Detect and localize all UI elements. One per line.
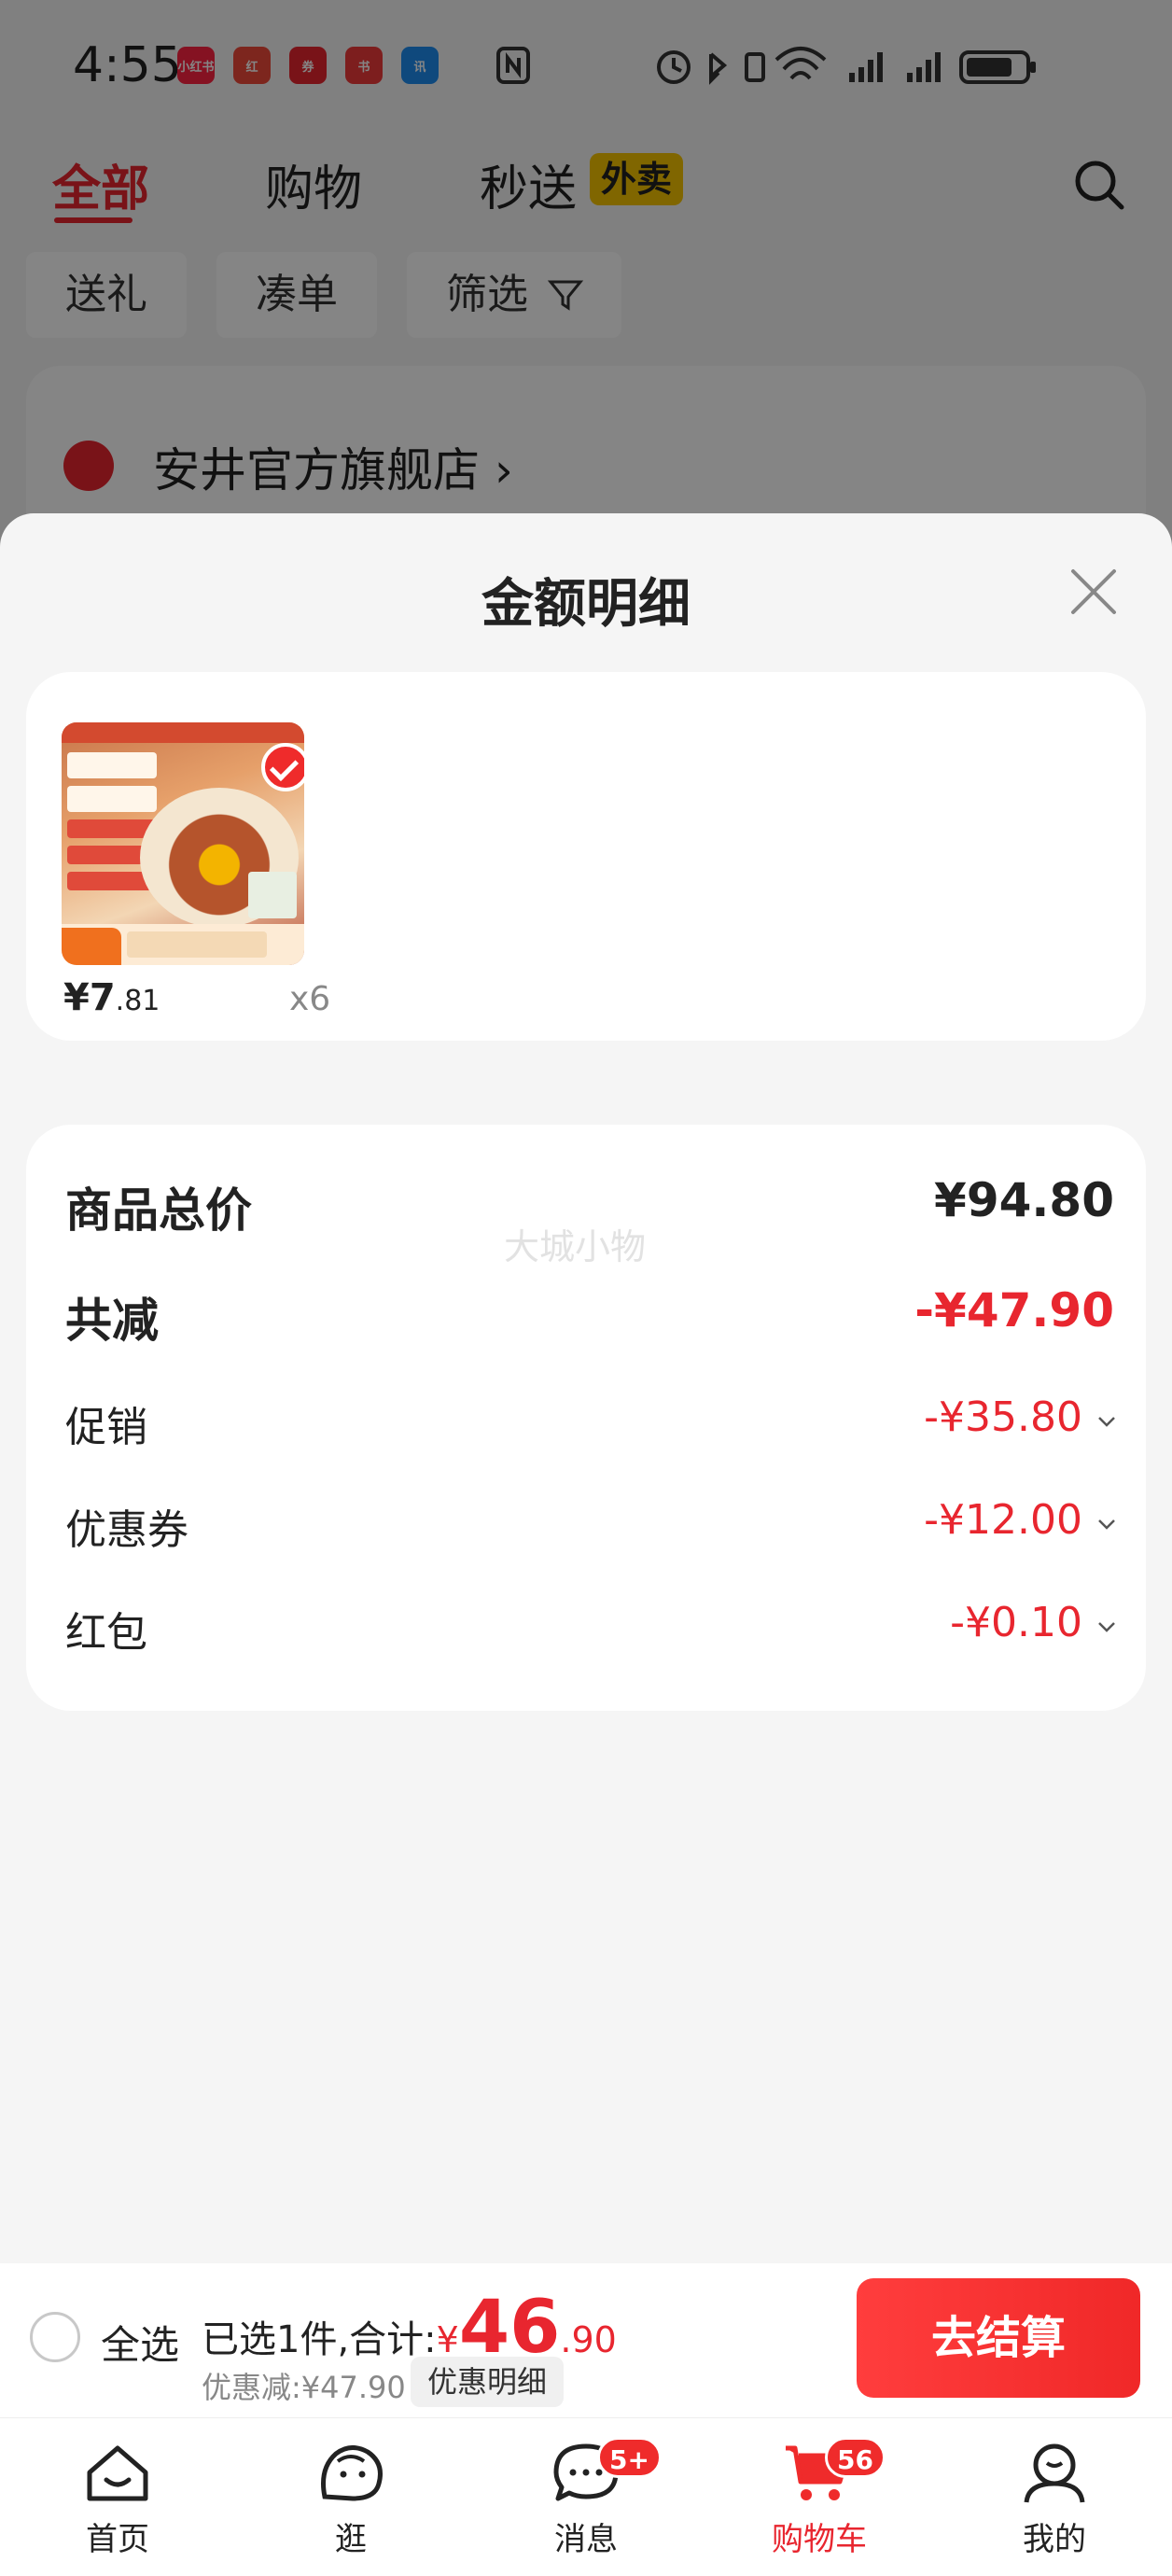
currency-symbol: ¥ — [436, 2319, 459, 2360]
cart-badge: 56 — [825, 2437, 886, 2478]
messages-badge: 5+ — [597, 2437, 662, 2478]
cart-page: 4:55 小红书 红 券 书 讯 全部 购物 秒送 外卖 送礼 凑单 筛选 安井… — [0, 0, 1172, 2576]
coupon-label: 优惠券 — [65, 1506, 188, 1554]
browse-icon — [321, 2445, 383, 2501]
discount-detail-button[interactable]: 优惠明细 — [411, 2357, 565, 2407]
total-value: ¥94.80 — [934, 1173, 1114, 1227]
nav-profile-label: 我的 — [1023, 2521, 1086, 2558]
dim-overlay[interactable] — [0, 0, 1172, 560]
amount-detail-sheet: 金额明细 ¥7.81 x6 大城小物 商品总价 ¥94.80 共减 -¥47.9… — [0, 513, 1172, 2263]
select-all-label[interactable]: 全选 — [101, 2314, 179, 2371]
coupon-value: -¥12.00 — [924, 1496, 1082, 1544]
nav-browse-label: 逛 — [335, 2521, 367, 2558]
close-icon[interactable] — [1064, 562, 1123, 622]
nav-cart[interactable]: 购物车 56 — [745, 2428, 894, 2568]
chevron-down-icon[interactable] — [1095, 1410, 1118, 1433]
item-quantity: x6 — [289, 980, 331, 1018]
checkout-bar: 全选 已选1件,合计:¥46.90 优惠减:¥47.90 优惠明细 去结算 — [0, 2263, 1172, 2417]
home-icon — [87, 2445, 148, 2501]
nav-messages-label: 消息 — [554, 2521, 618, 2558]
checkout-button[interactable]: 去结算 — [857, 2278, 1140, 2398]
chevron-down-icon[interactable] — [1095, 1513, 1118, 1535]
amount-dec: .90 — [560, 2319, 617, 2360]
nav-messages[interactable]: 消息 5+ — [511, 2428, 662, 2568]
total-label: 商品总价 — [65, 1183, 252, 1238]
nav-profile[interactable]: 我的 — [980, 2428, 1129, 2568]
redpack-value: -¥0.10 — [950, 1599, 1082, 1646]
background-cart-page: 4:55 小红书 红 券 书 讯 全部 购物 秒送 外卖 送礼 凑单 筛选 安井… — [0, 0, 1172, 609]
order-summary: 已选1件,合计:¥46.90 — [202, 2286, 617, 2370]
reduce-value: -¥47.90 — [914, 1283, 1114, 1337]
coupon-row[interactable]: 优惠券 -¥12.00 — [65, 1496, 1137, 1571]
promo-value: -¥35.80 — [924, 1393, 1082, 1441]
nav-home[interactable]: 首页 — [43, 2428, 192, 2568]
item-price: ¥7.81 — [63, 976, 160, 1019]
nav-home-label: 首页 — [86, 2521, 149, 2558]
sheet-title: 金额明细 — [481, 574, 691, 635]
nav-browse[interactable]: 逛 — [276, 2428, 426, 2568]
selected-text: 已选1件,合计: — [202, 2318, 437, 2361]
price-breakdown-card: 大城小物 商品总价 ¥94.80 共减 -¥47.90 促销 -¥35.80 优… — [26, 1125, 1146, 1711]
product-checked-icon — [261, 743, 304, 791]
bottom-nav: 首页 逛 消息 5+ 购物车 56 我的 — [0, 2417, 1172, 2576]
reduce-row: 共减 -¥47.90 — [65, 1283, 1137, 1358]
chevron-down-icon[interactable] — [1095, 1616, 1118, 1638]
promo-row[interactable]: 促销 -¥35.80 — [65, 1393, 1137, 1468]
total-row: 商品总价 ¥94.80 — [65, 1173, 1137, 1248]
item-price-int: ¥7 — [63, 976, 116, 1019]
select-all-radio[interactable] — [30, 2312, 80, 2362]
nav-cart-label: 购物车 — [772, 2521, 867, 2558]
profile-icon — [1024, 2443, 1085, 2503]
discount-text: 优惠减:¥47.90 — [202, 2370, 406, 2405]
redpack-label: 红包 — [65, 1609, 147, 1657]
product-thumbnail[interactable] — [62, 722, 304, 965]
goods-card: ¥7.81 x6 — [26, 672, 1146, 1041]
item-price-dec: .81 — [115, 985, 160, 1017]
reduce-label: 共减 — [65, 1294, 159, 1348]
promo-label: 促销 — [65, 1404, 147, 1451]
redpack-row[interactable]: 红包 -¥0.10 — [65, 1599, 1137, 1673]
